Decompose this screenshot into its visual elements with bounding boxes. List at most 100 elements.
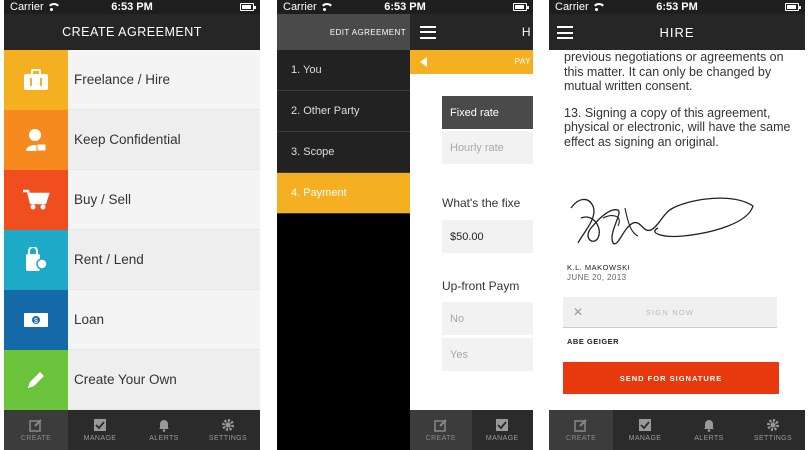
category-buy-sell[interactable]: Buy / Sell (4, 169, 260, 230)
signature-date: JUNE 20, 2013 (567, 273, 627, 282)
person-lock-icon (4, 109, 68, 170)
signer-name: K.L. MAKOWSKI (567, 263, 631, 272)
tab-create[interactable]: CREATE (549, 410, 613, 450)
battery-icon (240, 3, 256, 11)
payment-content: H PAY Fixed rate Hourly rate What's the … (410, 14, 533, 410)
phone-create-agreement: Carrier 6:53 PM CREATE AGREEMENT Freelan… (4, 0, 260, 450)
phone-edit-agreement: Carrier 6:53 PM EDIT AGREEMENT 1. You 2.… (277, 0, 533, 450)
battery-icon (785, 3, 801, 11)
bell-icon (157, 418, 171, 432)
menu-step-other-party[interactable]: 2. Other Party (277, 91, 410, 132)
sign-now-field[interactable]: ✕ SIGN NOW (563, 297, 777, 328)
tab-label: SETTINGS (753, 435, 793, 442)
tab-manage[interactable]: MANAGE (68, 410, 132, 450)
tab-settings[interactable]: SETTINGS (741, 410, 805, 450)
tab-manage[interactable]: MANAGE (613, 410, 677, 450)
category-label: Buy / Sell (74, 192, 132, 207)
page-title: HIRE (659, 24, 695, 40)
agreement-paragraph: 13. Signing a copy of this agreement, ph… (564, 105, 791, 149)
close-icon[interactable]: ✕ (563, 305, 593, 319)
tab-label: CREATE (565, 435, 597, 442)
tab-bar: CREATE MANAGE (410, 410, 533, 450)
clock: 6:53 PM (384, 1, 426, 13)
tab-label: MANAGE (485, 435, 519, 442)
menu-title: EDIT AGREEMENT (277, 14, 410, 50)
category-label: Loan (74, 312, 105, 327)
svg-text:$: $ (34, 318, 38, 325)
tab-alerts[interactable]: ALERTS (677, 410, 741, 450)
page-title: CREATE AGREEMENT (4, 14, 260, 50)
tab-settings[interactable]: SETTINGS (196, 410, 260, 450)
side-menu: EDIT AGREEMENT 1. You 2. Other Party 3. … (277, 14, 410, 450)
category-freelance-hire[interactable]: Freelance / Hire (4, 49, 260, 110)
checkbox-icon (638, 418, 652, 432)
briefcase-icon (4, 49, 68, 110)
category-label: Create Your Own (74, 372, 177, 387)
agreement-text: previous negotiations or agreements on t… (564, 50, 791, 161)
bag-dollar-icon (4, 229, 68, 290)
status-bar: Carrier 6:53 PM (4, 0, 260, 14)
tab-label: SETTINGS (208, 435, 248, 442)
clock: 6:53 PM (656, 1, 698, 13)
category-rent-lend[interactable]: Rent / Lend (4, 229, 260, 290)
menu-step-scope[interactable]: 3. Scope (277, 132, 410, 173)
option-hourly-rate[interactable]: Hourly rate (442, 131, 533, 164)
category-label: Rent / Lend (74, 252, 144, 267)
section-title-fragment: PAY (514, 57, 531, 66)
menu-step-you[interactable]: 1. You (277, 50, 410, 91)
menu-step-payment[interactable]: 4. Payment (277, 173, 410, 214)
checkbox-icon (93, 418, 107, 432)
category-list: Freelance / Hire Keep Confidential Buy /… (4, 49, 260, 410)
compose-icon (574, 418, 588, 432)
tab-label: CREATE (425, 435, 456, 442)
amount-field[interactable]: $50.00 (442, 220, 533, 253)
money-bill-icon: $ (4, 289, 68, 350)
option-upfront-no[interactable]: No (442, 302, 533, 335)
menu-icon[interactable] (420, 25, 436, 39)
status-bar: Carrier 6:53 PM (277, 0, 533, 14)
counterparty-name: ABE GEIGER (567, 337, 620, 346)
tab-label: ALERTS (694, 435, 724, 442)
tab-bar: CREATE MANAGE ALERTS SETTINGS (4, 410, 260, 450)
tab-create[interactable]: CREATE (410, 410, 472, 450)
top-bar: HIRE (549, 14, 805, 50)
question-fixed-amount: What's the fixe (442, 196, 521, 210)
sign-now-label: SIGN NOW (645, 307, 695, 317)
tab-label: CREATE (20, 435, 52, 442)
send-for-signature-button[interactable]: SEND FOR SIGNATURE (563, 362, 779, 394)
pencil-icon (4, 349, 68, 410)
category-label: Freelance / Hire (74, 72, 171, 87)
status-bar: Carrier 6:53 PM (549, 0, 805, 14)
clock: 6:53 PM (111, 1, 153, 13)
bell-icon (702, 418, 716, 432)
option-upfront-yes[interactable]: Yes (442, 338, 533, 371)
category-keep-confidential[interactable]: Keep Confidential (4, 109, 260, 170)
gear-icon (221, 418, 235, 432)
compose-icon (434, 418, 448, 432)
question-upfront-payment: Up-front Paym (442, 279, 520, 293)
screenshot-collage: Carrier 6:53 PM CREATE AGREEMENT Freelan… (0, 0, 810, 450)
cart-icon (4, 169, 68, 230)
category-loan[interactable]: $ Loan (4, 289, 260, 350)
handwritten-signature (570, 197, 754, 245)
tab-label: MANAGE (83, 435, 117, 442)
option-fixed-rate[interactable]: Fixed rate (442, 96, 533, 129)
page-title-fragment: H (521, 25, 531, 39)
section-header: PAY (410, 50, 533, 74)
battery-icon (513, 3, 529, 11)
tab-label: ALERTS (149, 435, 179, 442)
checkbox-icon (495, 418, 509, 432)
category-label: Keep Confidential (74, 132, 181, 147)
tab-create[interactable]: CREATE (4, 410, 68, 450)
tab-alerts[interactable]: ALERTS (132, 410, 196, 450)
category-create-your-own[interactable]: Create Your Own (4, 349, 260, 410)
tab-label: MANAGE (628, 435, 662, 442)
menu-icon[interactable] (557, 26, 573, 39)
top-bar: H (410, 14, 533, 50)
gear-icon (766, 418, 780, 432)
compose-icon (29, 418, 43, 432)
tab-bar: CREATE MANAGE ALERTS SETTINGS (549, 410, 805, 450)
back-arrow-icon[interactable] (420, 57, 427, 67)
agreement-paragraph: previous negotiations or agreements on t… (564, 50, 784, 93)
tab-manage[interactable]: MANAGE (472, 410, 534, 450)
